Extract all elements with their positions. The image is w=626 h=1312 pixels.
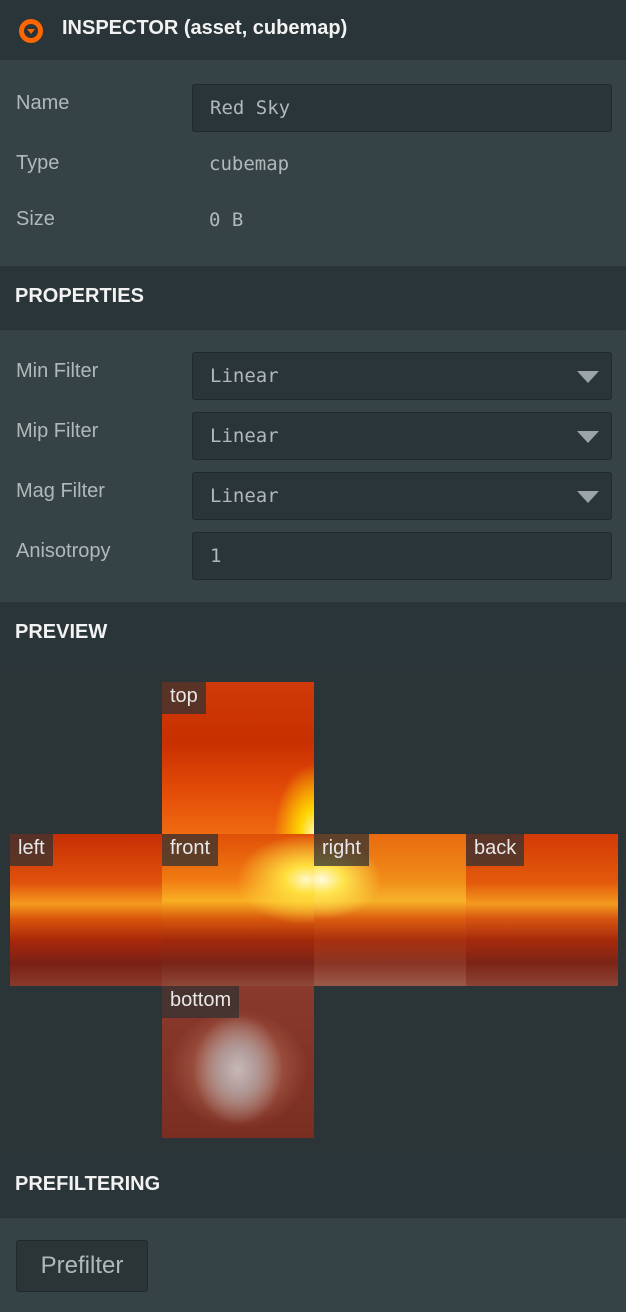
anisotropy-field[interactable]: 1 bbox=[192, 532, 612, 580]
prefiltering-header[interactable]: PREFILTERING bbox=[0, 1154, 626, 1218]
cubemap-face-right: right bbox=[314, 834, 466, 986]
prefiltering-body: Prefilter bbox=[0, 1218, 626, 1312]
type-value: cubemap bbox=[209, 153, 290, 175]
name-label: Name bbox=[16, 92, 70, 114]
min-filter-value: Linear bbox=[210, 365, 279, 387]
face-label-front: front bbox=[162, 834, 219, 866]
face-label-top: top bbox=[162, 682, 206, 714]
face-label-bottom: bottom bbox=[162, 986, 240, 1018]
mag-filter-label: Mag Filter bbox=[16, 480, 105, 502]
prefilter-button[interactable]: Prefilter bbox=[16, 1240, 148, 1292]
anisotropy-value: 1 bbox=[210, 545, 222, 567]
preview-header[interactable]: PREVIEW bbox=[0, 602, 626, 666]
mip-filter-select[interactable]: Linear bbox=[192, 412, 612, 460]
cubemap-face-front: front bbox=[162, 834, 314, 986]
collapse-icon[interactable] bbox=[19, 19, 43, 43]
cubemap-face-bottom: bottom bbox=[162, 986, 314, 1138]
mip-filter-label: Mip Filter bbox=[16, 420, 99, 442]
face-label-right: right bbox=[314, 834, 369, 866]
anisotropy-label: Anisotropy bbox=[16, 540, 111, 562]
inspector-header[interactable]: INSPECTOR (asset, cubemap) bbox=[0, 0, 626, 60]
chevron-down-icon bbox=[577, 371, 599, 383]
mag-filter-value: Linear bbox=[210, 485, 279, 507]
properties-title: PROPERTIES bbox=[15, 285, 144, 307]
cubemap-face-left: left bbox=[10, 834, 162, 986]
min-filter-select[interactable]: Linear bbox=[192, 352, 612, 400]
inspector-title: INSPECTOR (asset, cubemap) bbox=[62, 17, 348, 39]
asset-fields: Name Red Sky Type cubemap Size 0 B bbox=[0, 60, 626, 266]
face-label-back: back bbox=[466, 834, 525, 866]
name-value: Red Sky bbox=[210, 97, 291, 119]
size-label: Size bbox=[16, 208, 55, 230]
min-filter-label: Min Filter bbox=[16, 360, 99, 382]
preview-title: PREVIEW bbox=[15, 621, 108, 643]
mag-filter-select[interactable]: Linear bbox=[192, 472, 612, 520]
properties-body: Min Filter Linear Mip Filter Linear Mag … bbox=[0, 330, 626, 602]
cubemap-face-back: back bbox=[466, 834, 618, 986]
cubemap-preview: top left front right back bottom bbox=[0, 666, 626, 1154]
inspector-panel: INSPECTOR (asset, cubemap) Name Red Sky … bbox=[0, 0, 626, 1312]
face-label-left: left bbox=[10, 834, 53, 866]
type-label: Type bbox=[16, 152, 60, 174]
chevron-down-icon bbox=[577, 491, 599, 503]
cubemap-face-top: top bbox=[162, 682, 314, 834]
name-field[interactable]: Red Sky bbox=[192, 84, 612, 132]
properties-header[interactable]: PROPERTIES bbox=[0, 266, 626, 330]
prefiltering-title: PREFILTERING bbox=[15, 1173, 161, 1195]
chevron-down-icon bbox=[577, 431, 599, 443]
size-value: 0 B bbox=[209, 209, 244, 231]
mip-filter-value: Linear bbox=[210, 425, 279, 447]
